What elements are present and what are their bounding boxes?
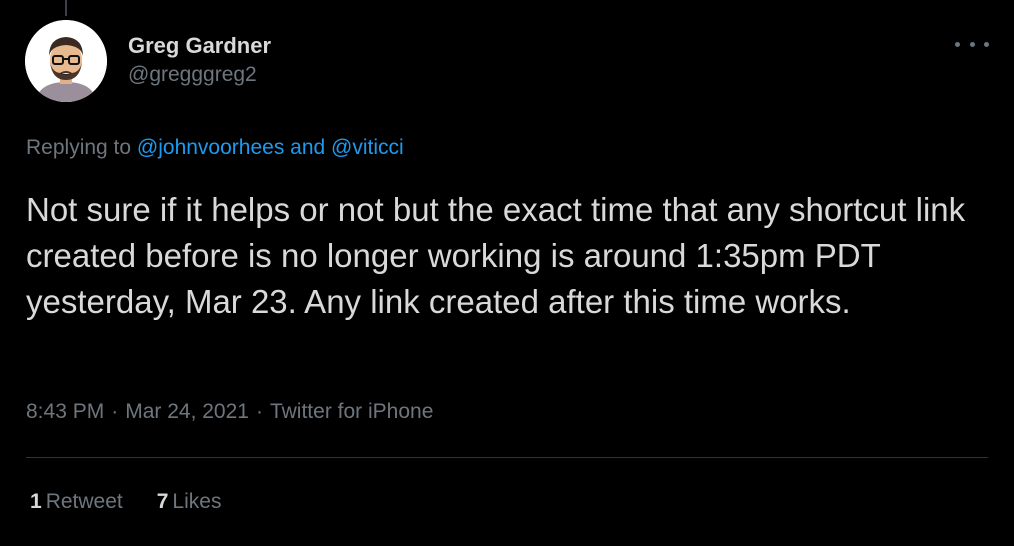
retweet-label: Retweet [45, 490, 123, 513]
mention-link[interactable]: @viticci [331, 136, 404, 159]
meta-separator: · [255, 400, 263, 423]
divider [26, 457, 988, 458]
tweet-source[interactable]: Twitter for iPhone [270, 400, 433, 423]
tweet-date[interactable]: Mar 24, 2021 [125, 400, 249, 423]
retweets-stat[interactable]: 1 Retweet [30, 487, 123, 517]
author-handle[interactable]: @gregggreg2 [128, 60, 271, 90]
like-count: 7 [156, 490, 169, 513]
more-options-button[interactable] [955, 36, 989, 52]
meta-separator: · [111, 400, 119, 423]
tweet-text: Not sure if it helps or not but the exac… [26, 191, 966, 320]
tweet-stats: 1 Retweet 7 Likes [30, 487, 255, 517]
like-label: Likes [172, 490, 222, 513]
replying-to-prefix: Replying to [26, 136, 137, 159]
tweet-time[interactable]: 8:43 PM [26, 400, 104, 423]
mention-joiner[interactable]: and [284, 136, 331, 159]
tweet-metadata: 8:43 PM · Mar 24, 2021 · Twitter for iPhone [26, 397, 433, 427]
likes-stat[interactable]: 7 Likes [157, 487, 222, 517]
replying-to: Replying to @johnvoorhees and @viticci [26, 133, 404, 163]
more-horizontal-icon [955, 41, 960, 47]
tweet-card: Greg Gardner @gregggreg2 Replying to @jo… [0, 0, 1014, 546]
mention-link[interactable]: @johnvoorhees [137, 136, 284, 159]
avatar[interactable] [25, 20, 107, 102]
author-info: Greg Gardner @gregggreg2 [128, 32, 271, 90]
retweet-count: 1 [30, 490, 42, 513]
thread-connector-line [65, 0, 67, 16]
author-display-name[interactable]: Greg Gardner [128, 32, 271, 60]
more-horizontal-icon-dot [969, 41, 975, 47]
avatar-illustration [25, 20, 107, 102]
more-horizontal-icon-dot [984, 41, 989, 47]
